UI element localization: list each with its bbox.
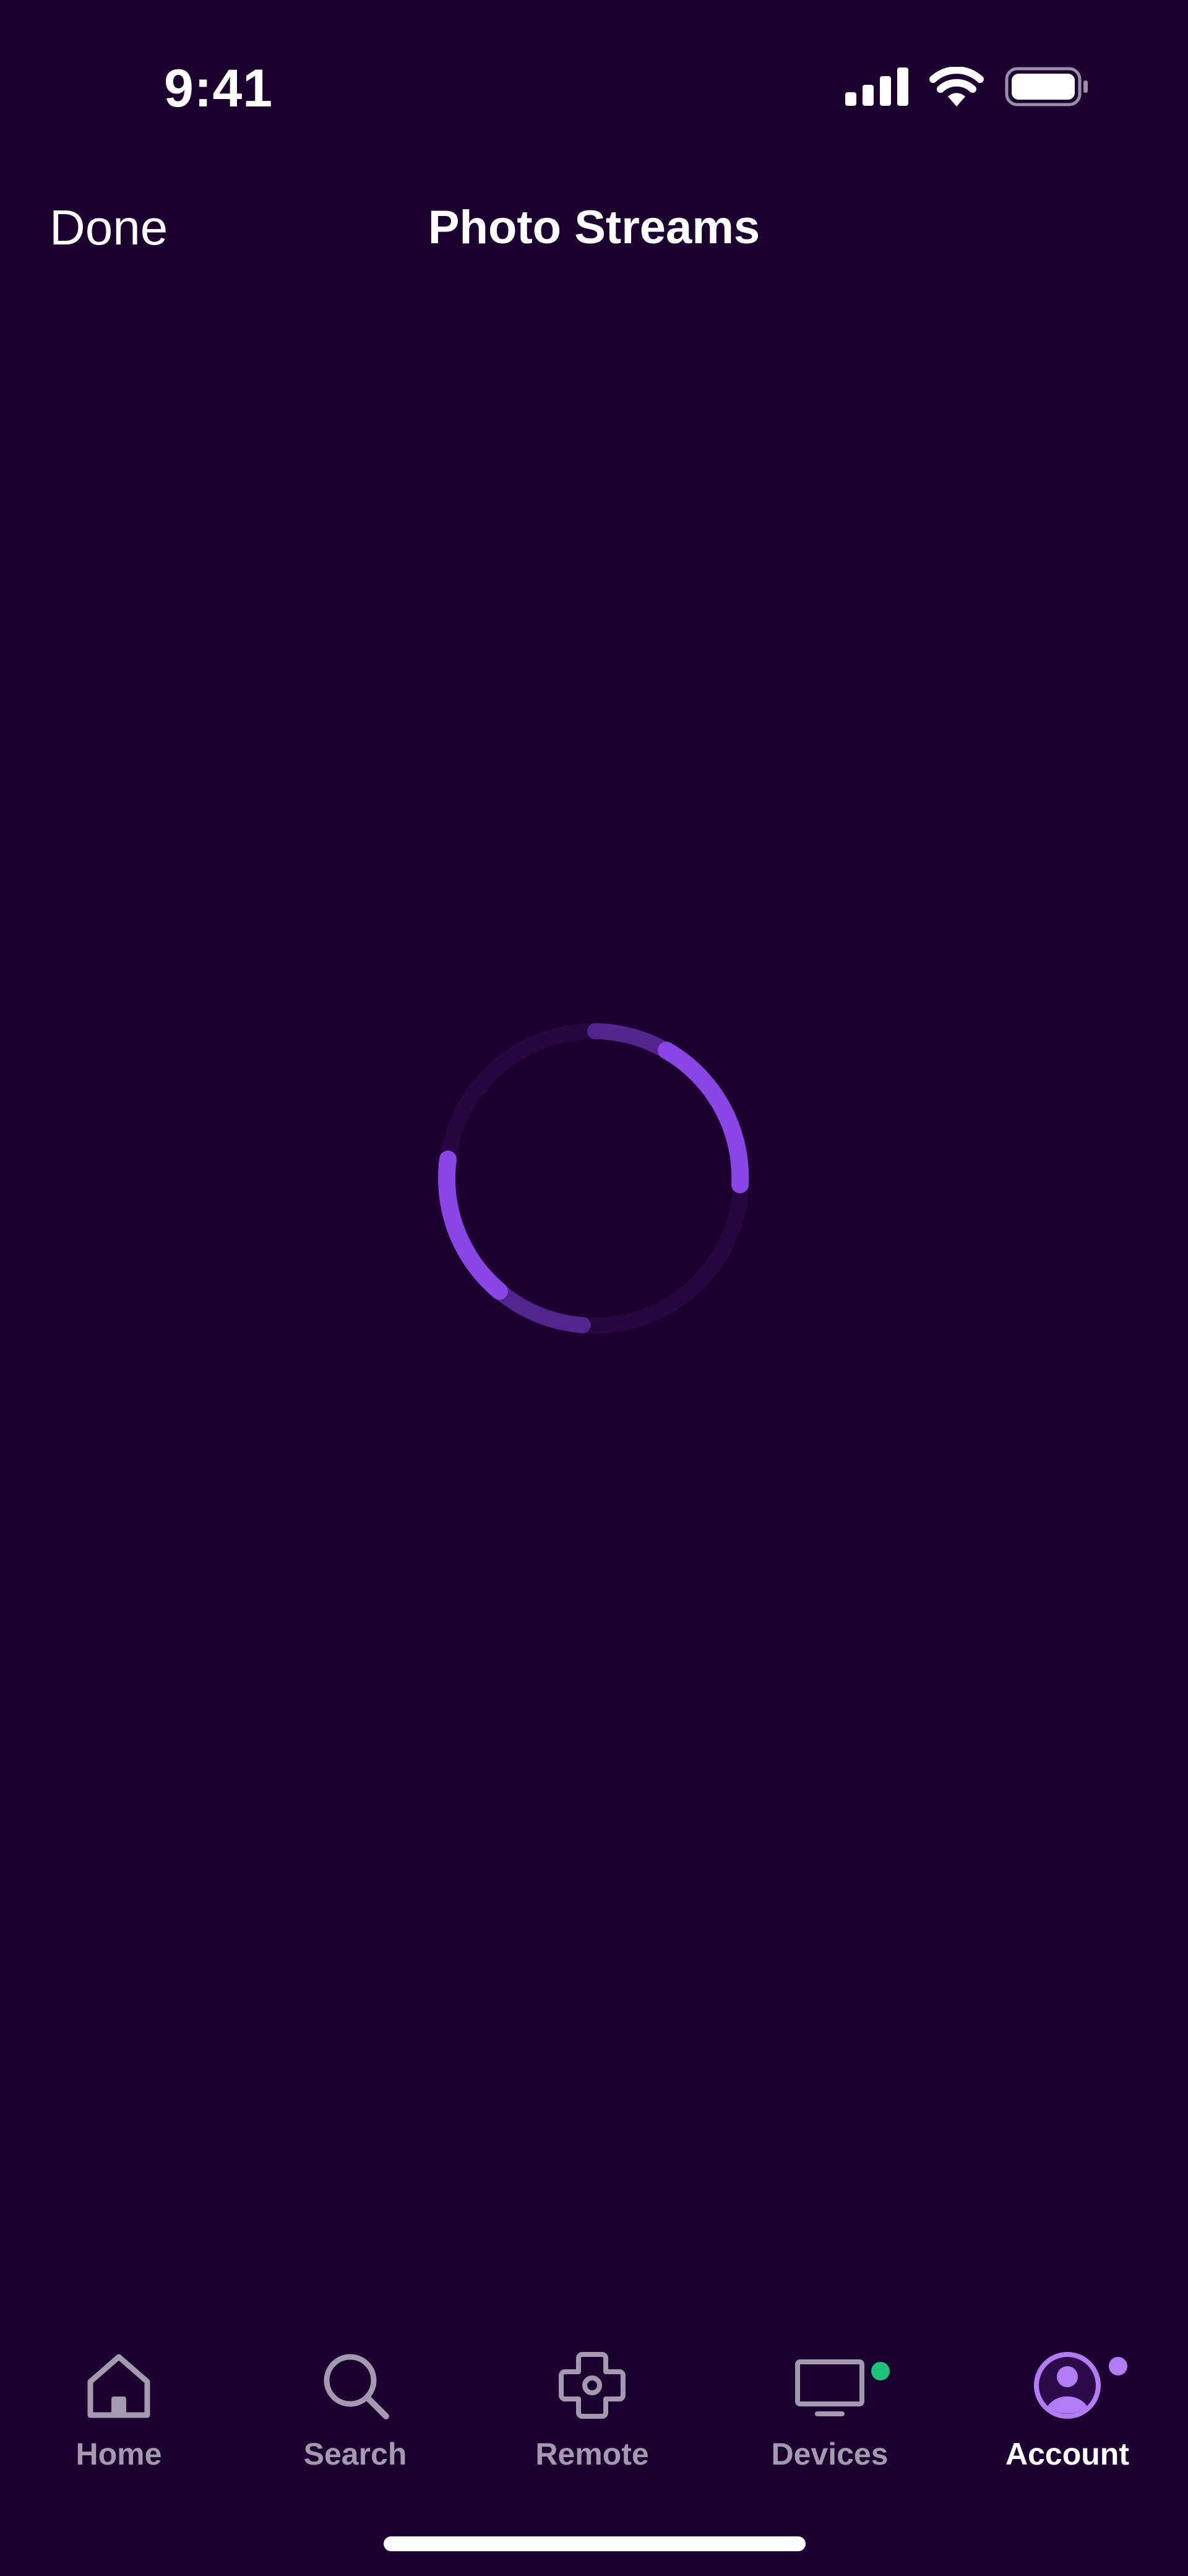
loading-spinner <box>438 1023 749 1334</box>
devices-status-dot <box>871 2362 890 2380</box>
tab-account-label: Account <box>1005 2437 1129 2471</box>
wifi-icon <box>929 67 984 106</box>
home-indicator <box>384 2536 806 2551</box>
tab-home[interactable]: Home <box>20 2340 218 2482</box>
tab-search[interactable]: Search <box>256 2340 454 2482</box>
status-time: 9:41 <box>164 59 273 118</box>
tab-home-label: Home <box>75 2437 162 2471</box>
account-icon <box>1034 2352 1101 2419</box>
status-icons <box>845 64 1089 109</box>
battery-icon <box>1005 67 1088 106</box>
photo-streams-screen: 9:41 Done Photo Streams Home Search Remo… <box>0 0 1188 2576</box>
tv-icon <box>795 2359 864 2416</box>
tab-remote-label: Remote <box>535 2437 649 2471</box>
cellular-signal-icon <box>845 67 908 106</box>
account-notification-dot <box>1109 2357 1127 2375</box>
page-title: Photo Streams <box>428 201 760 254</box>
remote-dpad-icon <box>559 2352 626 2419</box>
tab-account[interactable]: Account <box>968 2340 1166 2482</box>
tab-remote[interactable]: Remote <box>493 2340 691 2482</box>
home-icon <box>87 2354 150 2418</box>
tab-bar: Home Search Remote Devices Account <box>0 2340 1188 2482</box>
tab-devices-label: Devices <box>771 2437 889 2471</box>
tab-search-label: Search <box>303 2437 407 2471</box>
search-icon <box>324 2354 389 2419</box>
tab-devices[interactable]: Devices <box>731 2340 929 2482</box>
